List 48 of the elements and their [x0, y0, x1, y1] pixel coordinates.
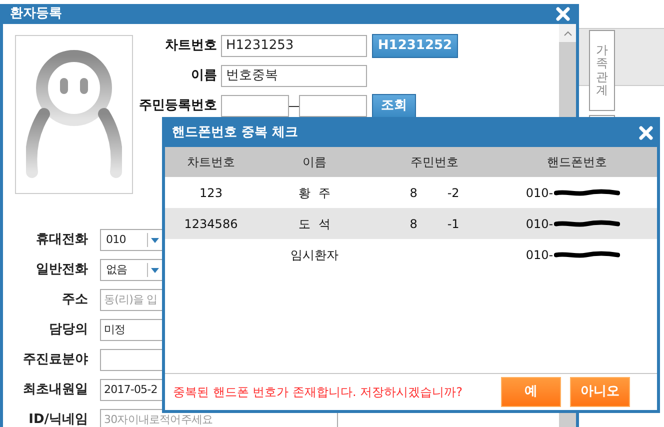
- field-label: ID/닉네임: [28, 411, 88, 427]
- table-cell-text: 8: [410, 184, 418, 202]
- table-cell-text: 123: [200, 184, 222, 202]
- yes-button[interactable]: 예: [501, 377, 561, 407]
- family-tab[interactable]: 가족관계: [589, 30, 615, 111]
- close-icon[interactable]: [639, 126, 653, 140]
- table-cell-text: 010-: [526, 184, 554, 202]
- no-button[interactable]: 아니오: [570, 377, 630, 407]
- field-label: 주민등록번호: [139, 97, 217, 116]
- table-row[interactable]: 1234586 도 석 8 -1 010-: [165, 208, 657, 239]
- table-cell-text: 도 석: [298, 216, 330, 232]
- close-icon[interactable]: [556, 7, 570, 21]
- redaction-scribble: [554, 220, 620, 228]
- column-header: 핸드폰번호: [546, 154, 608, 171]
- field-label: 담당의: [48, 321, 88, 340]
- field-label: 일반전화: [35, 261, 88, 280]
- column-header: 이름: [302, 154, 328, 171]
- table-cell-text: -2: [447, 184, 460, 202]
- redaction-scribble: [554, 250, 620, 258]
- table-cell-text: 010-: [526, 246, 554, 264]
- field-label: 차트번호: [164, 37, 217, 56]
- field-label: 휴대전화: [35, 231, 88, 250]
- redaction-scribble: [554, 188, 620, 196]
- table-cell-text: 010-: [526, 216, 554, 232]
- chart-number-button[interactable]: H1231252: [372, 34, 458, 58]
- field-label: 최초내원일: [22, 381, 88, 400]
- field-label: 주진료분야: [22, 351, 88, 370]
- input-field[interactable]: 번호중복: [221, 65, 367, 87]
- input-field[interactable]: [221, 95, 289, 117]
- table-cell-text: -1: [447, 216, 460, 232]
- warning-message: 중복된 핸드폰 번호가 존재합니다. 저장하시겠습니까?: [173, 384, 464, 401]
- input-field[interactable]: H1231253: [221, 35, 367, 57]
- dialog-title: 핸드폰번호 중복 체크: [172, 124, 298, 142]
- window-title: 환자등록: [10, 5, 62, 24]
- person-icon: [26, 50, 122, 180]
- dropdown-arrow-icon[interactable]: [151, 238, 159, 242]
- lookup-button[interactable]: 조회: [372, 94, 416, 118]
- scroll-up-icon[interactable]: [564, 30, 572, 36]
- column-header: 주민번호: [410, 154, 460, 171]
- dropdown-arrow-icon[interactable]: [151, 268, 159, 272]
- table-cell-text: 8: [410, 216, 418, 232]
- table-cell-text: 임시환자: [290, 246, 338, 264]
- input-field[interactable]: [299, 95, 367, 117]
- field-label: 이름: [190, 67, 217, 86]
- column-header: 차트번호: [186, 154, 236, 171]
- table-cell-text: 1234586: [184, 216, 238, 232]
- field-label: 주소: [61, 291, 88, 310]
- table-cell-text: 황 주: [298, 184, 330, 202]
